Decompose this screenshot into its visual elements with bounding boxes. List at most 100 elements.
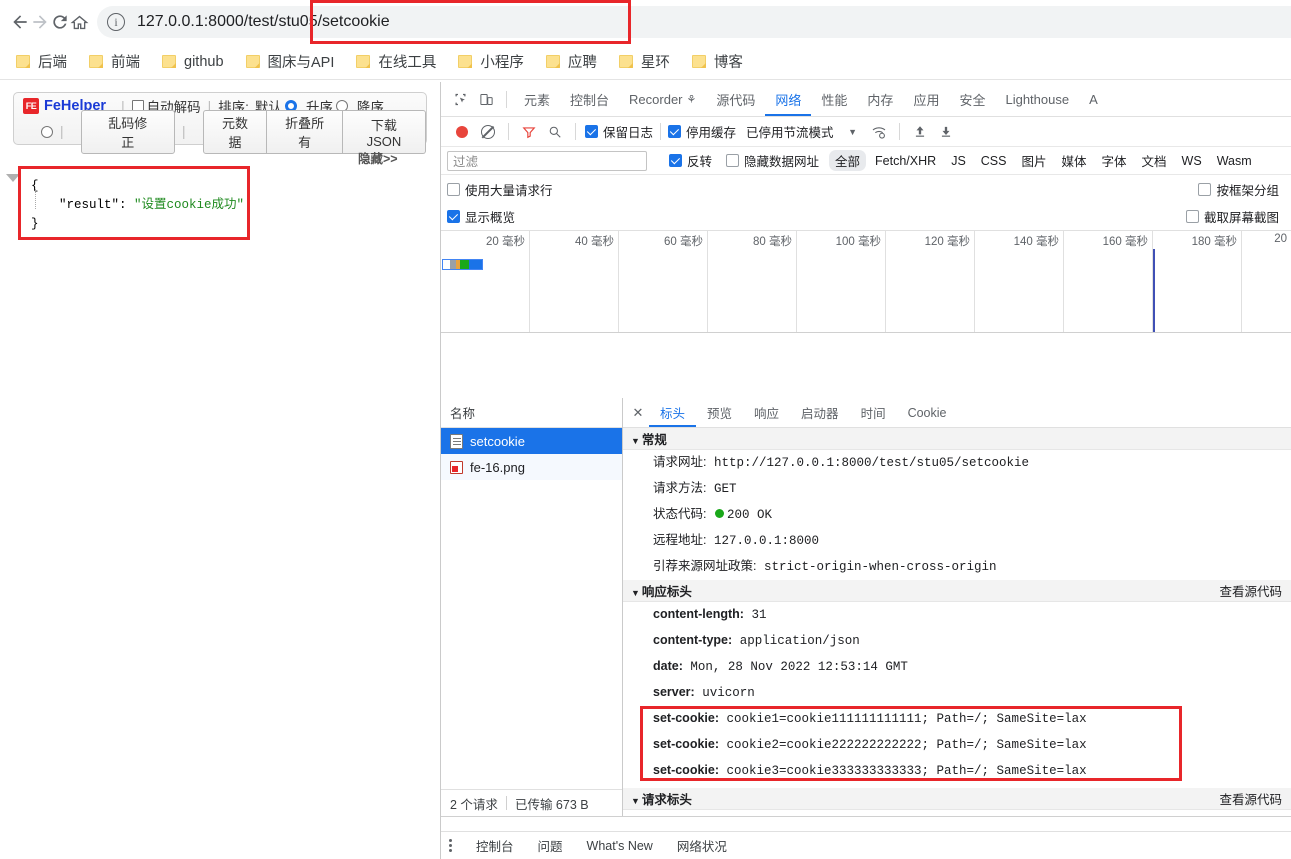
caret-down-icon: ▼ — [631, 796, 640, 806]
detail-tab-preview[interactable]: 预览 — [696, 398, 743, 427]
network-overview-timeline[interactable]: 20 毫秒 40 毫秒 60 毫秒 80 毫秒 100 毫秒 120 毫秒 14… — [441, 231, 1291, 333]
big-request-rows-toggle[interactable]: 使用大量请求行 — [447, 180, 553, 199]
bookmark-item[interactable]: github — [162, 54, 224, 70]
overview-tick-label: 100 毫秒 — [835, 236, 881, 248]
request-row-fe-16-png[interactable]: fe-16.png — [441, 454, 622, 480]
tab-security[interactable]: 安全 — [949, 82, 995, 116]
capture-screenshots-toggle[interactable]: 截取屏幕截图 — [1185, 207, 1279, 226]
chevron-down-icon[interactable]: ▼ — [840, 119, 866, 145]
drawer-tab-console[interactable]: 控制台 — [464, 836, 526, 855]
filter-type-font[interactable]: 字体 — [1096, 150, 1133, 171]
bookmark-label: 博客 — [713, 55, 743, 71]
overview-load-marker — [1153, 249, 1155, 332]
device-toolbar-icon[interactable] — [473, 86, 499, 112]
header-value: cookie1=cookie111111111111; Path=/; Same… — [726, 712, 1087, 726]
drawer-tab-whats-new[interactable]: What's New — [575, 839, 665, 853]
clear-button[interactable] — [475, 119, 501, 145]
filter-type-ws[interactable]: WS — [1176, 153, 1208, 169]
record-button[interactable] — [449, 119, 475, 145]
network-conditions-icon[interactable] — [866, 119, 892, 145]
drawer-tab-issues[interactable]: 问题 — [526, 836, 575, 855]
home-icon[interactable] — [70, 5, 89, 39]
bookmark-item[interactable]: 前端 — [89, 51, 140, 72]
bookmark-item[interactable]: 星环 — [618, 51, 670, 72]
filter-icon[interactable] — [516, 119, 542, 145]
hide-toggle[interactable]: 隐藏>> — [358, 148, 398, 167]
folder-icon — [356, 54, 371, 69]
view-source-link[interactable]: 查看源代码 — [1219, 581, 1282, 600]
hide-data-urls-checkbox[interactable] — [726, 154, 740, 167]
response-headers-section-header[interactable]: ▼ 响应标头 查看源代码 — [623, 580, 1291, 602]
tab-more[interactable]: A — [1079, 82, 1108, 116]
request-row-setcookie[interactable]: setcookie — [441, 428, 622, 454]
tab-elements[interactable]: 元素 — [514, 82, 560, 116]
group-by-frame-checkbox[interactable] — [1198, 182, 1212, 196]
preserve-log-checkbox[interactable] — [585, 125, 598, 138]
detail-tab-initiator[interactable]: 启动器 — [790, 398, 850, 427]
preserve-log-toggle[interactable]: 保留日志 — [585, 122, 653, 141]
hide-data-urls-toggle[interactable]: 隐藏数据网址 — [726, 151, 819, 170]
filter-type-fetch-xhr[interactable]: Fetch/XHR — [869, 153, 942, 169]
reload-icon[interactable] — [50, 5, 70, 39]
tab-performance[interactable]: 性能 — [811, 82, 857, 116]
filter-type-img[interactable]: 图片 — [1015, 150, 1052, 171]
drawer-tab-network-conditions[interactable]: 网络状况 — [665, 836, 739, 855]
filter-type-wasm[interactable]: Wasm — [1211, 153, 1258, 169]
tab-application[interactable]: 应用 — [903, 82, 949, 116]
site-info-icon[interactable]: i — [107, 13, 125, 31]
tab-lighthouse[interactable]: Lighthouse — [995, 82, 1079, 116]
bookmark-item[interactable]: 在线工具 — [356, 51, 436, 72]
detail-tab-timing[interactable]: 时间 — [850, 398, 897, 427]
close-icon[interactable]: ✕ — [627, 401, 649, 425]
detail-tab-headers[interactable]: 标头 — [649, 398, 696, 427]
bookmark-item[interactable]: 博客 — [691, 51, 743, 72]
export-har-icon[interactable] — [933, 119, 959, 145]
overview-tick-label: 120 毫秒 — [924, 236, 970, 248]
inspect-element-icon[interactable] — [447, 86, 473, 112]
collapse-all-button[interactable]: 折叠所有 — [267, 109, 343, 154]
detail-tab-response[interactable]: 响应 — [743, 398, 790, 427]
big-request-rows-label: 使用大量请求行 — [465, 183, 553, 198]
tab-sources[interactable]: 源代码 — [706, 82, 765, 116]
bookmark-item[interactable]: 图床与API — [245, 51, 334, 72]
show-overview-checkbox[interactable] — [447, 210, 460, 223]
filter-type-media[interactable]: 媒体 — [1056, 150, 1093, 171]
big-request-rows-checkbox[interactable] — [447, 182, 460, 196]
group-by-frame-toggle[interactable]: 按框架分组 — [1198, 180, 1279, 199]
bookmark-item[interactable]: 小程序 — [458, 51, 524, 72]
invert-toggle[interactable]: 反转 — [669, 151, 712, 170]
back-icon[interactable] — [10, 5, 30, 39]
header-label: set-cookie: — [653, 763, 719, 777]
general-section-header[interactable]: ▼ 常规 — [623, 428, 1291, 450]
filter-type-doc[interactable]: 文档 — [1136, 150, 1173, 171]
filter-type-css[interactable]: CSS — [975, 153, 1013, 169]
download-json-button[interactable]: 下载JSON — [342, 109, 426, 154]
fix-garbled-button[interactable]: 乱码修正 — [80, 109, 176, 154]
tab-network[interactable]: 网络 — [765, 82, 811, 116]
disable-cache-toggle[interactable]: 停用缓存 — [668, 122, 736, 141]
devtools-tabbar: 元素 控制台 Recorder ⚘ 源代码 网络 性能 内存 应用 安全 Lig… — [441, 82, 1291, 117]
view-source-link[interactable]: 查看源代码 — [1219, 789, 1282, 808]
disable-cache-checkbox[interactable] — [668, 125, 682, 138]
bookmark-item[interactable]: 后端 — [16, 51, 67, 72]
request-headers-section-header[interactable]: ▼ 请求标头 查看源代码 — [623, 788, 1291, 810]
overview-tick-label: 160 毫秒 — [1102, 236, 1148, 248]
sort-desc-radio[interactable] — [41, 125, 53, 138]
search-icon[interactable] — [542, 119, 568, 145]
throttling-label[interactable]: 已停用节流模式 — [746, 122, 834, 141]
import-har-icon[interactable] — [907, 119, 933, 145]
capture-screenshots-checkbox[interactable] — [1185, 210, 1199, 223]
show-overview-toggle[interactable]: 显示概览 — [447, 207, 515, 226]
tab-recorder[interactable]: Recorder ⚘ — [619, 82, 706, 116]
bookmark-item[interactable]: 应聘 — [545, 51, 597, 72]
tab-memory[interactable]: 内存 — [857, 82, 903, 116]
more-options-icon[interactable] — [449, 839, 452, 852]
filter-type-js[interactable]: JS — [945, 153, 972, 169]
tab-console[interactable]: 控制台 — [560, 82, 619, 116]
address-bar[interactable]: i 127.0.0.1:8000/test/stu05/setcookie — [97, 6, 1291, 38]
invert-checkbox[interactable] — [669, 154, 682, 167]
filter-input[interactable]: 过滤 — [447, 150, 647, 171]
metadata-button[interactable]: 元数据 — [202, 109, 268, 154]
filter-type-all[interactable]: 全部 — [829, 150, 867, 171]
detail-tab-cookies[interactable]: Cookie — [897, 398, 958, 427]
